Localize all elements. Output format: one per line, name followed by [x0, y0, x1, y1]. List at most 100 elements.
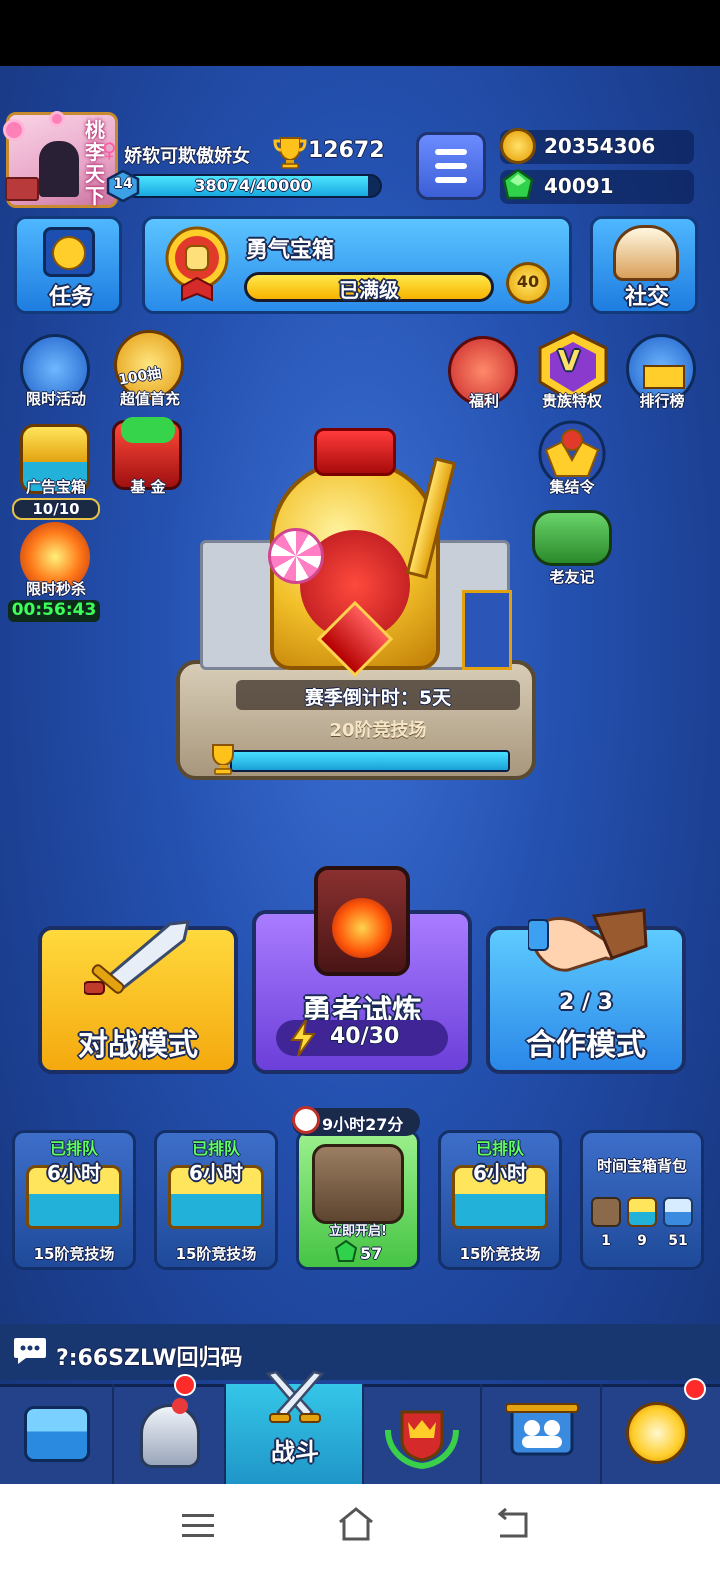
nav-clan[interactable]: [364, 1384, 482, 1484]
cash-icon: [121, 417, 175, 443]
level-number: 14: [113, 176, 133, 192]
nav-heroes[interactable]: [114, 1384, 226, 1484]
nav-social[interactable]: [482, 1384, 602, 1484]
player-name: 娇软可欺傲娇女: [124, 146, 250, 167]
time-chest-bag-title: 时间宝箱背包: [596, 1157, 687, 1175]
trial-portal-icon: [314, 866, 410, 976]
helmet-plume: [172, 1398, 188, 1414]
chest-slot[interactable]: 已排队 6小时 15阶竞技场: [438, 1130, 562, 1270]
arena-progress-fill: [232, 752, 508, 770]
arena-name: 20阶竞技场: [329, 720, 427, 741]
chest-slot-status: 已排队: [49, 1139, 98, 1158]
sword-icon: [84, 920, 190, 995]
gem-icon: [502, 168, 534, 200]
social-label: 社交: [624, 285, 669, 310]
podium-icon: [643, 365, 685, 389]
nav-battle-label: 战斗: [271, 1438, 319, 1466]
chest-slot[interactable]: 已排队 6小时 15阶竞技场: [12, 1130, 136, 1270]
leaderboard-label: 排行榜: [639, 392, 685, 410]
gold-coin-icon: [500, 128, 536, 164]
task-book-icon: [43, 227, 95, 277]
battle-mode-label: 对战模式: [78, 1028, 198, 1063]
menu-icon: [435, 149, 467, 155]
bag-count: 1: [601, 1233, 611, 1249]
fund-label: 基 金: [130, 478, 166, 496]
lightning-icon: [290, 1019, 316, 1057]
handshake-icon: [528, 908, 648, 972]
knight-helmet-icon: [140, 1404, 200, 1468]
rally-order-label: 集结令: [549, 478, 595, 496]
trial-energy: 40/30: [330, 1024, 400, 1049]
gold-amount: 20354306: [544, 134, 656, 158]
nav-explore[interactable]: [602, 1384, 720, 1484]
crown-shield-icon: [385, 1410, 459, 1470]
trophy-count: 12672: [308, 138, 385, 163]
stone-chest-mini-icon: [591, 1197, 621, 1227]
fist-badge-icon: [165, 226, 229, 302]
bag-count: 9: [637, 1233, 647, 1249]
coop-mode-label: 合作模式: [526, 1028, 646, 1063]
banner-flag-icon: [462, 590, 512, 670]
avatar-silhouette: [39, 141, 79, 197]
trophy-icon: [273, 137, 307, 169]
flash-sale-timer: 00:56:43: [8, 600, 100, 622]
chest-slot[interactable]: 已排队 6小时 15阶竞技场: [154, 1130, 278, 1270]
task-button[interactable]: 任务: [14, 216, 122, 314]
chest-slot-arena: 15阶竞技场: [175, 1245, 257, 1263]
treasure-chest-icon: [24, 1406, 90, 1462]
gem-amount: 40091: [544, 174, 614, 198]
menu-icon-line: [435, 177, 467, 183]
menu-icon-line: [435, 163, 467, 169]
chest-slot-arena: 15阶竞技场: [459, 1245, 541, 1263]
noble-v-tag: V: [558, 344, 580, 377]
coop-count: 2 / 3: [559, 990, 613, 1015]
ad-chest-counter: 10/10: [12, 498, 100, 520]
courage-chest-status: 已满级: [339, 278, 399, 302]
recent-apps-icon[interactable]: [180, 1510, 216, 1540]
social-button[interactable]: 社交: [590, 216, 698, 314]
xp-text: 38074/40000: [194, 176, 312, 195]
noble-privilege-label: 贵族特权: [541, 392, 602, 410]
back-icon[interactable]: [496, 1508, 532, 1540]
chest-slot-status: 已排队: [475, 1139, 524, 1158]
lollipop-icon: [268, 528, 324, 584]
team-banner-icon: [505, 1403, 579, 1456]
silver-chest-mini-icon: [663, 1197, 693, 1227]
bag-count: 51: [668, 1233, 688, 1249]
menu-button[interactable]: [416, 132, 486, 200]
portal-core: [332, 898, 392, 958]
chest-slot-time: 6小时: [473, 1161, 527, 1185]
gender-icon: ♀: [102, 138, 117, 162]
crown-icon: [314, 428, 396, 476]
book-icon: [5, 177, 39, 201]
chat-bubble-icon: [14, 1338, 46, 1364]
flower-icon: [49, 111, 65, 127]
stone-chest-icon: [312, 1144, 404, 1224]
old-friends-label: 老友记: [549, 568, 595, 586]
gold-chest-mini-icon: [627, 1197, 657, 1227]
notification-dot: [174, 1374, 196, 1396]
chest-slot-arena: 15阶竞技场: [33, 1245, 115, 1263]
time-chest-bag[interactable]: 时间宝箱背包 1 9 51: [580, 1130, 704, 1270]
home-icon[interactable]: [336, 1506, 376, 1542]
flower-icon: [3, 119, 25, 141]
status-bar: [0, 0, 720, 66]
season-countdown: 赛季倒计时：5天: [304, 687, 452, 709]
compass-icon: [626, 1402, 688, 1464]
notification-dot: [684, 1378, 706, 1400]
check-icon: [52, 236, 86, 270]
gem-icon: [334, 1240, 358, 1262]
chat-message: ?:66SZLW回归码: [56, 1346, 243, 1371]
ad-chest-label: 广告宝箱: [25, 478, 86, 496]
chest-level-number: 40: [516, 272, 540, 291]
old-friends-icon[interactable]: [532, 510, 612, 566]
flash-sale-label: 限时秒杀: [25, 580, 86, 598]
courage-chest-title: 勇气宝箱: [246, 238, 335, 263]
chest-timer: 9小时27分: [322, 1115, 404, 1134]
limited-event-label: 限时活动: [25, 390, 86, 408]
clock-icon: [292, 1106, 320, 1134]
task-label: 任务: [48, 285, 93, 310]
crossed-swords-icon: [265, 1370, 325, 1423]
chest-slot-time: 6小时: [47, 1161, 101, 1185]
nav-shop[interactable]: [0, 1384, 114, 1484]
